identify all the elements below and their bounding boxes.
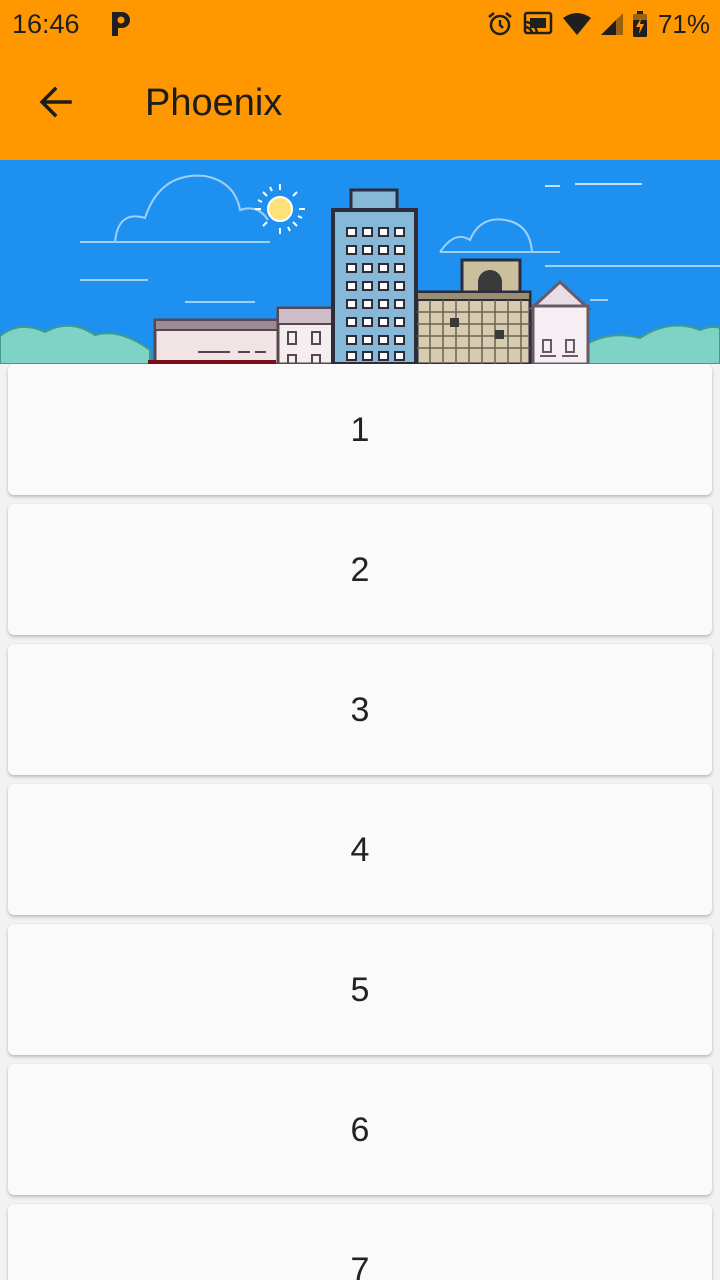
alarm-icon [486, 10, 514, 38]
list-item[interactable]: 1 [8, 364, 712, 495]
list-item-label: 1 [350, 410, 370, 449]
list-item-label: 6 [350, 1110, 370, 1149]
app-p-icon [108, 10, 132, 38]
number-list: 1 2 3 4 5 6 7 [0, 364, 720, 1280]
page-title: Phoenix [145, 82, 283, 124]
list-item-label: 4 [350, 830, 370, 869]
list-item[interactable]: 4 [8, 784, 712, 915]
status-time: 16:46 [12, 9, 80, 39]
list-item[interactable]: 6 [8, 1064, 712, 1195]
list-item-label: 3 [350, 690, 370, 729]
list-item[interactable]: 7 [8, 1204, 712, 1280]
cell-signal-icon [600, 12, 624, 36]
list-item[interactable]: 3 [8, 644, 712, 775]
battery-percent: 71% [657, 9, 710, 39]
list-item-label: 7 [350, 1250, 370, 1280]
list-item-label: 5 [350, 970, 370, 1009]
battery-charging-icon [632, 10, 648, 38]
list-item[interactable]: 5 [8, 924, 712, 1055]
cast-icon [522, 10, 554, 38]
app-bar: Phoenix [0, 48, 720, 160]
list-item-label: 2 [350, 550, 370, 589]
list-item[interactable]: 2 [8, 504, 712, 635]
header-banner-image [0, 160, 720, 364]
arrow-left-icon [38, 84, 74, 125]
back-button[interactable] [26, 74, 86, 134]
status-icons: 71% [486, 8, 710, 40]
wifi-icon [562, 12, 592, 36]
status-bar: 16:46 71% [0, 0, 720, 48]
